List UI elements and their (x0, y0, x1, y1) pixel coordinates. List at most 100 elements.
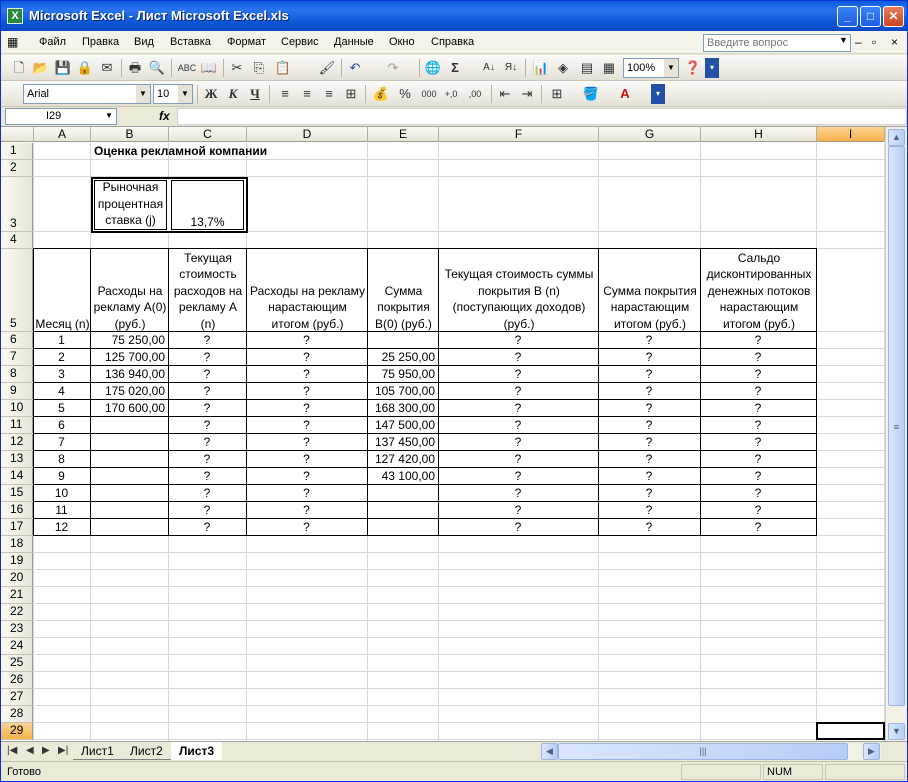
research-icon[interactable]: 📖 (199, 58, 219, 78)
menu-file[interactable]: Файл (39, 36, 66, 48)
row-header-26[interactable]: 26 (1, 672, 33, 689)
percent-button[interactable]: % (395, 84, 415, 104)
table-cell[interactable]: ? (171, 503, 243, 518)
table-cell[interactable]: ? (703, 486, 813, 501)
fill-color-icon[interactable]: 🪣 (581, 84, 601, 104)
row-header-6[interactable]: 6 (1, 332, 33, 349)
table-cell[interactable]: 2 (36, 350, 87, 365)
row-header-4[interactable]: 4 (1, 232, 33, 249)
chevron-down-icon[interactable]: ▼ (664, 59, 678, 77)
tab-sheet3[interactable]: Лист3 (171, 742, 223, 760)
tab-sheet2[interactable]: Лист2 (122, 742, 171, 760)
row-header-10[interactable]: 10 (1, 400, 33, 417)
table-cell[interactable]: ? (171, 384, 243, 399)
table-cell[interactable]: 8 (36, 452, 87, 467)
table-cell[interactable]: ? (703, 503, 813, 518)
table-cell[interactable]: ? (703, 418, 813, 433)
table-cell[interactable]: 10 (36, 486, 87, 501)
table-cell[interactable]: 75 950,00 (370, 367, 435, 382)
scroll-left-icon[interactable]: ◀ (541, 743, 558, 760)
table-cell[interactable]: ? (171, 435, 243, 450)
column-header-g[interactable]: G (599, 127, 701, 142)
table-cell[interactable]: ? (249, 418, 364, 433)
align-right-icon[interactable]: ≡ (319, 84, 339, 104)
table-cell[interactable]: ? (601, 486, 697, 501)
maximize-button[interactable]: □ (860, 6, 881, 27)
row-header-11[interactable]: 11 (1, 417, 33, 434)
horizontal-scrollbar[interactable]: ◀ ||| ▶ (541, 743, 881, 760)
menu-insert[interactable]: Вставка (170, 36, 211, 48)
table-cell[interactable]: ? (249, 384, 364, 399)
row-header-28[interactable]: 28 (1, 706, 33, 723)
table-cell[interactable]: 3 (36, 367, 87, 382)
table-cell[interactable]: ? (703, 452, 813, 467)
autosum-icon[interactable]: Σ (445, 58, 465, 78)
table-cell[interactable]: ? (171, 367, 243, 382)
table-cell[interactable]: ? (441, 486, 595, 501)
decrease-decimal-icon[interactable]: ,00 (465, 84, 485, 104)
column-header-a[interactable]: A (34, 127, 91, 142)
redo-icon[interactable]: ↷ (383, 58, 403, 78)
cut-icon[interactable]: ✂ (227, 58, 247, 78)
row-header-18[interactable]: 18 (1, 536, 33, 553)
table-cell[interactable]: ? (441, 333, 595, 348)
align-left-icon[interactable]: ≡ (275, 84, 295, 104)
row-header-12[interactable]: 12 (1, 434, 33, 451)
row-header-9[interactable]: 9 (1, 383, 33, 400)
table-cell[interactable]: ? (171, 350, 243, 365)
scroll-right-icon[interactable]: ▶ (863, 743, 880, 760)
chart-wizard-icon[interactable]: 📊 (531, 58, 551, 78)
menu-tools[interactable]: Сервис (281, 36, 319, 48)
table-cell[interactable]: 105 700,00 (370, 384, 435, 399)
table-cell[interactable]: ? (171, 469, 243, 484)
table-cell[interactable]: 5 (36, 401, 87, 416)
table-cell[interactable]: ? (441, 452, 595, 467)
hyperlink-icon[interactable]: 🌐 (423, 58, 443, 78)
menu-format[interactable]: Формат (227, 36, 266, 48)
help-icon[interactable]: ❓ (683, 58, 703, 78)
row-header-24[interactable]: 24 (1, 638, 33, 655)
name-box-dropdown-icon[interactable]: ▼ (105, 111, 113, 120)
table-cell[interactable]: ? (249, 520, 364, 535)
table-cell[interactable]: ? (601, 350, 697, 365)
row-header-25[interactable]: 25 (1, 655, 33, 672)
borders-icon[interactable]: ⊞ (547, 84, 567, 104)
prev-sheet-icon[interactable]: ◀ (26, 745, 34, 756)
table-cell[interactable]: ? (441, 367, 595, 382)
underline-button[interactable]: Ч (245, 84, 265, 104)
table-cell[interactable]: 11 (36, 503, 87, 518)
column-header-d[interactable]: D (247, 127, 368, 142)
table-cell[interactable]: ? (703, 367, 813, 382)
selected-cell-i29[interactable] (816, 722, 885, 740)
table-cell[interactable]: ? (703, 469, 813, 484)
table-cell[interactable]: ? (601, 401, 697, 416)
table-cell[interactable]: ? (441, 350, 595, 365)
table-cell[interactable]: 9 (36, 469, 87, 484)
table-cell[interactable]: 170 600,00 (93, 401, 165, 416)
print-icon[interactable]: 🖶 (125, 58, 145, 78)
column-header-h[interactable]: H (701, 127, 817, 142)
close-button[interactable]: ✕ (883, 6, 904, 27)
table-cell[interactable]: ? (249, 503, 364, 518)
menu-view[interactable]: Вид (134, 36, 154, 48)
currency-icon[interactable]: 💰 (371, 84, 391, 104)
row-header-29[interactable]: 29 (1, 723, 33, 740)
grid-icon[interactable]: ▦ (599, 58, 619, 78)
font-select[interactable]: Arial ▼ (23, 84, 151, 104)
menu-window[interactable]: Окно (389, 36, 415, 48)
table-cell[interactable]: ? (249, 486, 364, 501)
tab-sheet1[interactable]: Лист1 (73, 742, 122, 760)
last-sheet-icon[interactable]: ▶| (58, 745, 68, 756)
row-header-17[interactable]: 17 (1, 519, 33, 536)
column-header-c[interactable]: C (169, 127, 247, 142)
table-cell[interactable]: ? (249, 469, 364, 484)
table-cell[interactable]: 7 (36, 435, 87, 450)
font-color-icon[interactable]: A (615, 84, 635, 104)
table-cell[interactable]: ? (171, 452, 243, 467)
format-painter-icon[interactable]: 🖌 (317, 58, 337, 78)
column-header-e[interactable]: E (368, 127, 439, 142)
table-cell[interactable]: ? (703, 435, 813, 450)
table-cell[interactable]: ? (441, 520, 595, 535)
fx-icon[interactable]: fx (159, 109, 170, 123)
row-header-7[interactable]: 7 (1, 349, 33, 366)
